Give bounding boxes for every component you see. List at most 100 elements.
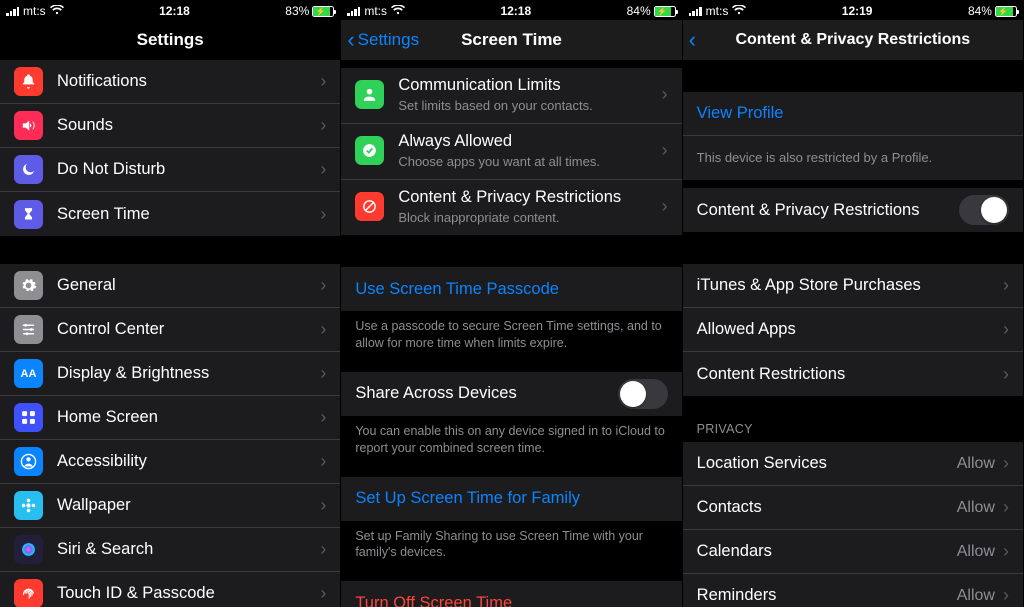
carrier-label: mt:s	[23, 4, 46, 18]
chevron-right-icon: ›	[1003, 453, 1009, 474]
row-calendars[interactable]: CalendarsAllow›	[683, 530, 1023, 574]
row-label: Set Up Screen Time for Family	[355, 489, 667, 508]
clock: 12:19	[842, 4, 873, 18]
family-help: Set up Family Sharing to use Screen Time…	[341, 521, 681, 562]
row-label: View Profile	[697, 104, 1009, 123]
row-label: Communication Limits	[398, 76, 661, 95]
row-sublabel: Set limits based on your contacts.	[398, 98, 661, 113]
back-button[interactable]: ‹	[689, 29, 696, 51]
battery-pct: 84%	[968, 4, 992, 18]
restrictions-toggle[interactable]	[959, 195, 1009, 225]
siri-icon	[14, 535, 43, 564]
nav-bar: Settings	[0, 20, 340, 60]
row-reminders[interactable]: RemindersAllow›	[683, 574, 1023, 607]
dnd-icon	[14, 155, 43, 184]
row-turnoff[interactable]: Turn Off Screen Time	[341, 581, 681, 607]
profile-help: This device is also restricted by a Prof…	[697, 146, 933, 173]
row-view-profile[interactable]: View Profile	[683, 92, 1023, 136]
row-label: Share Across Devices	[355, 384, 617, 403]
wifi-icon	[391, 5, 405, 18]
row-label: Home Screen	[57, 408, 320, 427]
row-sublabel: Block inappropriate content.	[398, 210, 661, 225]
nav-bar: ‹ Settings Screen Time	[341, 20, 681, 60]
row-wallpaper[interactable]: Wallpaper›	[0, 484, 340, 528]
row-homescreen[interactable]: Home Screen›	[0, 396, 340, 440]
clock: 12:18	[159, 4, 190, 18]
chevron-right-icon: ›	[662, 140, 668, 161]
row-label: Contacts	[697, 498, 957, 517]
status-bar: mt:s 12:18 84% ⚡	[341, 0, 681, 20]
chevron-right-icon: ›	[662, 84, 668, 105]
battery-icon: ⚡	[995, 6, 1017, 17]
signal-icon	[347, 6, 360, 16]
chevron-right-icon: ›	[320, 451, 326, 472]
row-label: Accessibility	[57, 452, 320, 471]
person-icon	[355, 80, 384, 109]
row-value: Allow	[957, 499, 995, 517]
row-accessibility[interactable]: Accessibility›	[0, 440, 340, 484]
nosign-icon	[355, 192, 384, 221]
row-label: Always Allowed	[398, 132, 661, 151]
row-allowedapps[interactable]: Allowed Apps›	[683, 308, 1023, 352]
chevron-right-icon: ›	[1003, 585, 1009, 606]
touchid-icon	[14, 579, 43, 607]
chevron-right-icon: ›	[1003, 275, 1009, 296]
row-label: Content & Privacy Restrictions	[697, 201, 959, 220]
row-sounds[interactable]: Sounds›	[0, 104, 340, 148]
signal-icon	[689, 6, 702, 16]
row-general[interactable]: General›	[0, 264, 340, 308]
row-label: Touch ID & Passcode	[57, 584, 320, 603]
chevron-right-icon: ›	[1003, 319, 1009, 340]
chevron-left-icon: ‹	[689, 29, 696, 51]
check-icon	[355, 136, 384, 165]
chevron-right-icon: ›	[320, 159, 326, 180]
row-restrictions-toggle[interactable]: Content & Privacy Restrictions	[683, 188, 1023, 232]
chevron-right-icon: ›	[1003, 541, 1009, 562]
row-label: Screen Time	[57, 205, 320, 224]
row-label: Do Not Disturb	[57, 160, 320, 179]
row-value: Allow	[957, 587, 995, 605]
wifi-icon	[732, 5, 746, 18]
row-contentrestrictions[interactable]: Content Restrictions›	[683, 352, 1023, 396]
row-controlcenter[interactable]: Control Center›	[0, 308, 340, 352]
general-icon	[14, 271, 43, 300]
row-value: Allow	[957, 455, 995, 473]
profile-help-row: This device is also restricted by a Prof…	[683, 136, 1023, 180]
status-bar: mt:s 12:18 83% ⚡	[0, 0, 340, 20]
chevron-right-icon: ›	[320, 204, 326, 225]
passcode-help: Use a passcode to secure Screen Time set…	[341, 311, 681, 352]
chevron-right-icon: ›	[1003, 497, 1009, 518]
share-toggle[interactable]	[618, 379, 668, 409]
row-communication-limits[interactable]: Communication Limits Set limits based on…	[341, 68, 681, 124]
signal-icon	[6, 6, 19, 16]
notifications-icon	[14, 67, 43, 96]
row-dnd[interactable]: Do Not Disturb›	[0, 148, 340, 192]
row-display[interactable]: AADisplay & Brightness›	[0, 352, 340, 396]
chevron-right-icon: ›	[320, 583, 326, 604]
row-content-privacy[interactable]: Content & Privacy Restrictions Block ina…	[341, 180, 681, 235]
chevron-right-icon: ›	[320, 407, 326, 428]
row-siri[interactable]: Siri & Search›	[0, 528, 340, 572]
row-passcode[interactable]: Use Screen Time Passcode	[341, 267, 681, 311]
screen-settings: mt:s 12:18 83% ⚡ Settings Notifications›…	[0, 0, 341, 607]
homescreen-icon	[14, 403, 43, 432]
row-always-allowed[interactable]: Always Allowed Choose apps you want at a…	[341, 124, 681, 180]
row-itunes[interactable]: iTunes & App Store Purchases›	[683, 264, 1023, 308]
chevron-right-icon: ›	[320, 71, 326, 92]
screentime-icon	[14, 200, 43, 229]
row-location[interactable]: Location ServicesAllow›	[683, 442, 1023, 486]
row-share-devices[interactable]: Share Across Devices	[341, 372, 681, 416]
controlcenter-icon	[14, 315, 43, 344]
back-button[interactable]: ‹ Settings	[347, 29, 419, 51]
page-title: Content & Privacy Restrictions	[735, 31, 970, 49]
wallpaper-icon	[14, 491, 43, 520]
row-screentime[interactable]: Screen Time›	[0, 192, 340, 236]
row-notifications[interactable]: Notifications›	[0, 60, 340, 104]
row-touchid[interactable]: Touch ID & Passcode›	[0, 572, 340, 607]
row-contacts[interactable]: ContactsAllow ›	[683, 486, 1023, 530]
row-family[interactable]: Set Up Screen Time for Family	[341, 477, 681, 521]
display-icon: AA	[14, 359, 43, 388]
row-label: Notifications	[57, 72, 320, 91]
carrier-label: mt:s	[364, 4, 387, 18]
chevron-right-icon: ›	[320, 495, 326, 516]
